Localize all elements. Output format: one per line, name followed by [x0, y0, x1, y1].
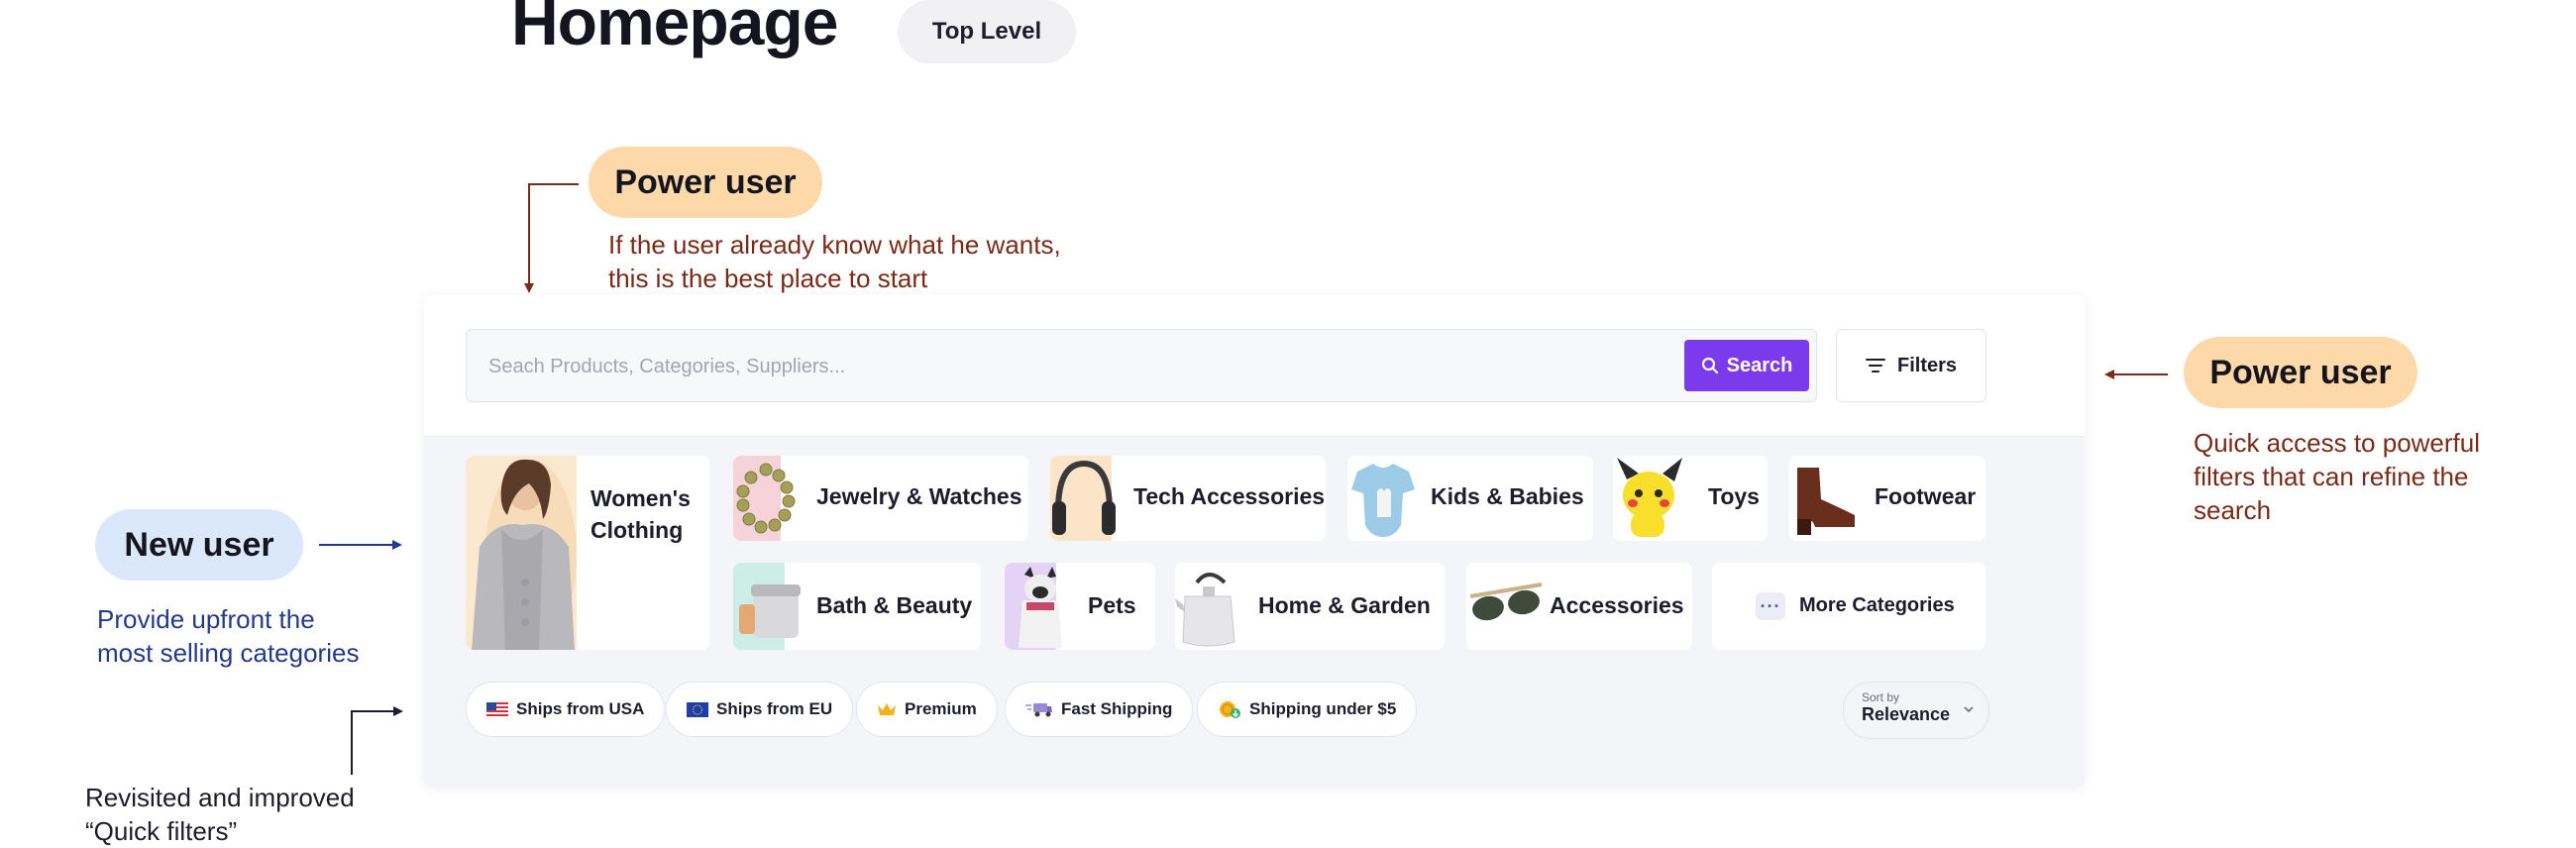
quick-filter-ships-usa[interactable]: Ships from USA — [466, 682, 666, 737]
pets-label: Pets — [1088, 592, 1136, 618]
tech-thumbnail — [1050, 456, 1116, 541]
quick-filters-connector-arrow — [351, 706, 403, 775]
accessories-label: Accessories — [1550, 592, 1684, 618]
note-line: this is the best place to start — [608, 264, 928, 293]
sort-label: Sort by — [1862, 690, 1900, 704]
category-tech-accessories[interactable]: Tech Accessories — [1050, 456, 1326, 541]
search-button[interactable]: Search — [1684, 340, 1809, 391]
note-line: filters that can refine the — [2194, 462, 2469, 491]
note-line: most selling categories — [97, 638, 360, 668]
more-dots-icon: ··· — [1756, 592, 1785, 620]
womens-clothing-label-1: Women's — [590, 485, 691, 511]
note-line: Revisited and improved — [85, 783, 355, 812]
us-flag-icon — [486, 701, 508, 717]
kids-label: Kids & Babies — [1431, 483, 1584, 509]
toys-label: Toys — [1708, 483, 1760, 509]
power-user-search-note: If the user already know what he wants, … — [608, 228, 1124, 295]
footwear-thumbnail — [1789, 456, 1863, 541]
level-badge: Top Level — [898, 0, 1076, 63]
sort-dropdown[interactable]: Sort by Relevance — [1843, 682, 1989, 739]
filter-lines-icon — [1865, 359, 1885, 372]
categories-connector-arrow — [319, 540, 402, 550]
search-input[interactable] — [486, 330, 1679, 403]
quick-filter-fast-shipping[interactable]: Fast Shipping — [1005, 682, 1194, 737]
coin-icon — [1220, 701, 1240, 718]
note-line: If the user already know what he wants, — [608, 230, 1061, 260]
more-categories-label: More Categories — [1799, 594, 1955, 616]
fast-truck-icon — [1025, 703, 1052, 717]
quick-filter-label: Shipping under $5 — [1249, 699, 1397, 718]
quick-filter-ships-eu[interactable]: Ships from EU — [666, 682, 854, 737]
category-footwear[interactable]: Footwear — [1789, 456, 1986, 541]
search-button-label: Search — [1726, 354, 1793, 376]
quick-filter-label: Ships from EU — [716, 699, 833, 718]
sort-value: Relevance — [1862, 704, 1951, 724]
bath-thumbnail — [733, 563, 801, 650]
quick-filter-premium[interactable]: Premium — [856, 682, 998, 737]
tech-label: Tech Accessories — [1133, 483, 1326, 509]
quick-filter-label: Premium — [905, 699, 977, 718]
search-icon — [1701, 357, 1718, 374]
home-label: Home & Garden — [1258, 592, 1431, 618]
jewelry-thumbnail — [733, 456, 796, 541]
quick-filters-note: Revisited and improved “Quick filters” — [85, 781, 422, 848]
note-line: Provide upfront the — [97, 604, 315, 634]
power-user-pill-filters: Power user — [2184, 337, 2417, 408]
bath-label: Bath & Beauty — [816, 592, 973, 618]
quick-filter-label: Ships from USA — [516, 699, 645, 718]
womens-clothing-thumbnail — [466, 456, 577, 650]
category-more[interactable]: ··· More Categories — [1712, 563, 1986, 650]
pets-thumbnail — [1005, 563, 1062, 650]
category-pets[interactable]: Pets — [1005, 563, 1155, 650]
category-bath-beauty[interactable]: Bath & Beauty — [733, 563, 981, 650]
womens-clothing-label-2: Clothing — [590, 517, 684, 543]
new-user-pill: New user — [95, 509, 303, 581]
accessories-thumbnail — [1466, 563, 1546, 650]
filters-button-label: Filters — [1896, 354, 1958, 376]
category-womens-clothing[interactable]: Women's Clothing — [466, 456, 709, 650]
new-user-note: Provide upfront the most selling categor… — [97, 602, 434, 670]
crown-icon — [878, 703, 896, 715]
home-thumbnail — [1175, 563, 1240, 650]
note-line: Quick access to powerful — [2194, 428, 2481, 458]
quick-filter-shipping-under-5[interactable]: Shipping under $5 — [1197, 682, 1418, 737]
toys-thumbnail — [1613, 456, 1686, 541]
power-user-pill-search: Power user — [589, 147, 822, 218]
search-connector-arrow — [524, 183, 579, 293]
category-toys[interactable]: Toys — [1613, 456, 1768, 541]
category-home-garden[interactable]: Home & Garden — [1175, 563, 1445, 650]
category-accessories[interactable]: Accessories — [1466, 563, 1692, 650]
homepage-card: Search Filters Women's Clothing Je — [424, 295, 2085, 787]
note-line: “Quick filters” — [85, 816, 238, 846]
category-jewelry-watches[interactable]: Jewelry & Watches — [733, 456, 1028, 541]
search-bar-section: Search Filters — [424, 295, 2085, 437]
kids-thumbnail — [1347, 456, 1419, 541]
filters-connector-arrow — [2104, 370, 2168, 379]
power-user-filters-note: Quick access to powerful filters that ca… — [2194, 426, 2550, 527]
quick-filter-label: Fast Shipping — [1061, 699, 1173, 718]
footwear-label: Footwear — [1875, 483, 1977, 509]
jewelry-label: Jewelry & Watches — [816, 483, 1022, 509]
note-line: search — [2194, 495, 2272, 525]
page-title: Homepage — [511, 0, 838, 58]
category-kids-babies[interactable]: Kids & Babies — [1347, 456, 1593, 541]
chevron-down-icon — [1964, 706, 1974, 713]
filters-button[interactable]: Filters — [1836, 329, 1986, 402]
eu-flag-icon — [687, 701, 708, 717]
search-box: Search — [466, 329, 1817, 403]
